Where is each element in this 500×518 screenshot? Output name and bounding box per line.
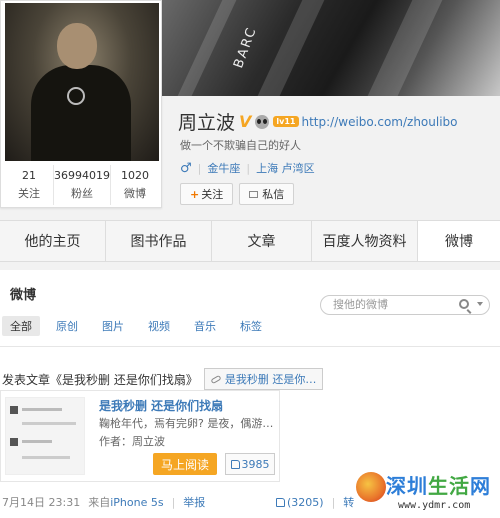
article-author: 作者：周立波 (99, 435, 165, 448)
search-input[interactable]: 搜他的微博 (320, 295, 490, 315)
follow-button[interactable]: + 关注 (180, 183, 234, 205)
article-thumbnail[interactable] (5, 397, 85, 475)
stat-value: 21 (22, 169, 36, 182)
stat-following[interactable]: 21 关注 (5, 165, 54, 205)
cover-stripe (367, 0, 443, 96)
thumb-avatar (10, 438, 18, 446)
link-chip-label: 是我秒删 还是你… (224, 373, 317, 386)
stat-label: 微博 (124, 187, 146, 200)
name-row: 周立波 V lv11 http://weibo.com/zhoulibo (178, 108, 458, 135)
stat-posts[interactable]: 1020 微博 (111, 165, 159, 205)
profile-stats: 21 关注 36994019 粉丝 1020 微博 (5, 165, 159, 205)
thumbs-up-icon[interactable] (276, 497, 285, 507)
avatar-head (57, 23, 97, 69)
read-now-button[interactable]: 马上阅读 (153, 453, 217, 475)
stat-label: 关注 (18, 187, 40, 200)
watermark-title-c: 网 (470, 474, 491, 498)
avatar[interactable] (5, 3, 159, 161)
thumb-line (22, 408, 62, 411)
stat-value: 1020 (121, 169, 149, 182)
section-divider (0, 346, 500, 347)
article-link-chip[interactable]: 是我秒删 还是你… (203, 368, 324, 390)
cover-stripe (257, 0, 325, 96)
article-like-button[interactable]: 3985 (225, 453, 275, 475)
post-time[interactable]: 7月14日 23:31 (2, 494, 80, 510)
tab-baidu-profile[interactable]: 百度人物资料 (312, 221, 418, 261)
profile-actions: + 关注 私信 (180, 183, 300, 205)
article-title[interactable]: 是我秒删 还是你们找扇 (99, 397, 223, 414)
filter-music[interactable]: 音乐 (186, 316, 224, 336)
chevron-down-icon[interactable] (477, 302, 483, 306)
location-link[interactable]: 上海 卢湾区 (256, 160, 315, 176)
meta-divider: | (246, 161, 251, 175)
filter-bar: 全部 原创 图片 视频 音乐 标签 (0, 316, 276, 336)
thumb-line (22, 440, 52, 443)
thumbs-up-icon (230, 459, 240, 469)
watermark-title-a: 深圳 (386, 474, 428, 498)
gender-icon: ♂ (180, 160, 192, 176)
tab-home[interactable]: 他的主页 (0, 221, 106, 261)
profile-card: 21 关注 36994019 粉丝 1020 微博 (0, 0, 162, 208)
alien-badge-icon[interactable] (255, 114, 270, 129)
search-placeholder: 搜他的微博 (333, 298, 388, 311)
post-body: 发表文章《是我秒删 还是你们找扇》 (2, 372, 198, 387)
link-icon (210, 374, 222, 384)
tab-weibo[interactable]: 微博 (418, 221, 500, 261)
cover-stripe (177, 0, 237, 96)
article-card[interactable]: 是我秒删 还是你们找扇 鞠枪年代，焉有完卵? 是夜，偶游… 作者：周立波 马上阅… (0, 390, 280, 482)
filter-all[interactable]: 全部 (2, 316, 40, 336)
tab-books[interactable]: 图书作品 (106, 221, 212, 261)
cover-photo (160, 0, 500, 96)
watermark-url: www.ydmr.com (398, 500, 471, 511)
zodiac-link[interactable]: 金牛座 (207, 160, 240, 176)
stat-followers[interactable]: 36994019 粉丝 (54, 165, 111, 205)
avatar-medallion (67, 87, 85, 105)
filter-original[interactable]: 原创 (48, 316, 86, 336)
article-description: 鞠枪年代，焉有完卵? 是夜，偶游… (99, 417, 274, 430)
plus-icon: + (190, 187, 200, 201)
stat-value: 36994019 (54, 169, 110, 182)
thumb-avatar (10, 406, 18, 414)
profile-motto: 做一个不欺骗自己的好人 (180, 139, 301, 152)
post-text: 发表文章《是我秒删 还是你们找扇》 是我秒删 还是你… (2, 368, 324, 390)
watermark-title-b: 生活 (428, 474, 470, 498)
thumb-line (22, 456, 70, 459)
post-like-count[interactable]: (3205) (287, 496, 324, 509)
tab-articles[interactable]: 文章 (212, 221, 312, 261)
message-button[interactable]: 私信 (239, 183, 295, 205)
article-like-count: 3985 (241, 457, 270, 471)
profile-tabs: 他的主页 图书作品 文章 百度人物资料 微博 (0, 220, 500, 262)
stat-label: 粉丝 (71, 187, 93, 200)
profile-url-link[interactable]: http://weibo.com/zhoulibo (302, 115, 458, 129)
post-actions: (3205) | 转 (276, 494, 354, 510)
site-watermark: 深圳生活网 www.ydmr.com (356, 468, 500, 518)
source-device[interactable]: iPhone 5s (110, 496, 163, 509)
profile-name: 周立波 (178, 112, 236, 134)
forward-link[interactable]: 转 (343, 494, 354, 510)
filter-videos[interactable]: 视频 (140, 316, 178, 336)
message-label: 私信 (262, 188, 285, 201)
report-link[interactable]: 举报 (183, 494, 205, 510)
verified-icon[interactable]: V (239, 112, 251, 131)
section-title: 微博 (10, 288, 37, 303)
watermark-title: 深圳生活网 (386, 470, 491, 499)
profile-meta: ♂ | 金牛座 | 上海 卢湾区 (180, 160, 315, 176)
follow-label: 关注 (201, 188, 224, 201)
mail-icon (249, 190, 259, 198)
filter-images[interactable]: 图片 (94, 316, 132, 336)
thumb-line (22, 422, 76, 425)
avatar-body (31, 65, 131, 161)
meta-divider: | (197, 161, 202, 175)
post-source: 来自iPhone 5s (88, 494, 163, 510)
watermark-logo-icon (356, 472, 386, 502)
post-footer: 7月14日 23:31 来自iPhone 5s | 举报 (2, 494, 205, 510)
footer-divider: | (331, 495, 336, 509)
filter-tags[interactable]: 标签 (232, 316, 270, 336)
footer-divider: | (171, 495, 176, 509)
source-prefix: 来自 (88, 496, 111, 509)
level-badge[interactable]: lv11 (273, 116, 299, 127)
search-icon[interactable] (459, 299, 469, 309)
